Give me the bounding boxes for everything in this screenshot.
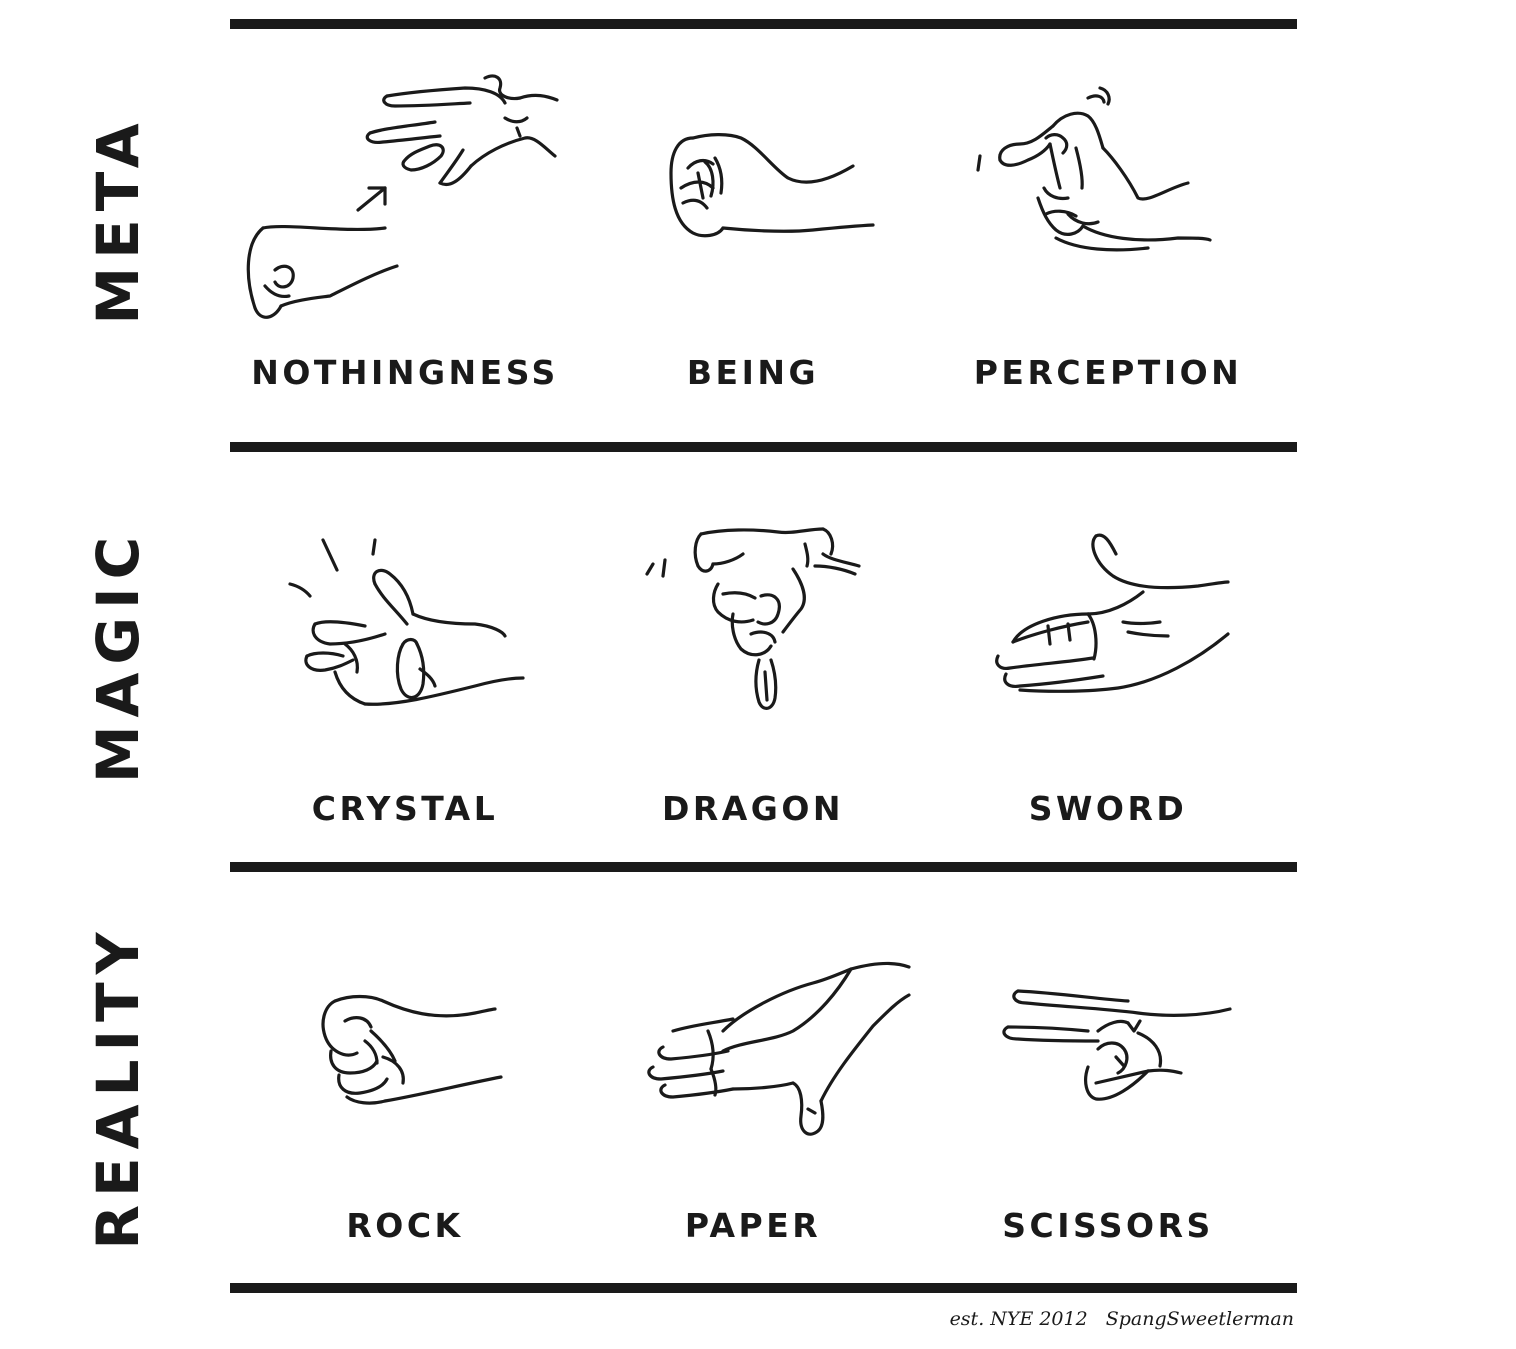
gesture-label: DRAGON <box>661 789 845 828</box>
gesture-label: SWORD <box>1028 789 1188 828</box>
gesture-label: NOTHINGNESS <box>251 353 559 392</box>
credit-est: est. NYE 2012 <box>949 1308 1088 1330</box>
section-label-text: META <box>84 115 152 325</box>
gesture-crystal: CRYSTAL <box>235 474 575 834</box>
gesture-label: SCISSORS <box>1002 1206 1214 1245</box>
gesture-label: BEING <box>686 353 820 392</box>
gesture-sword: SWORD <box>938 474 1278 834</box>
gesture-perception: PERCEPTION <box>938 38 1278 398</box>
gesture-being: BEING <box>583 38 923 398</box>
gesture-label: CRYSTAL <box>311 789 499 828</box>
perception-hand-icon <box>976 86 1212 252</box>
gesture-label: ROCK <box>346 1206 464 1245</box>
crystal-hand-icon <box>288 538 525 706</box>
dragon-hand-icon <box>645 527 861 710</box>
scissors-hand-icon <box>1002 989 1232 1101</box>
divider-rule <box>230 1283 1297 1293</box>
being-hand-icon <box>669 133 875 238</box>
gesture-dragon: DRAGON <box>583 474 923 834</box>
section-label-text: REALITY <box>84 924 152 1250</box>
divider-rule <box>230 442 1297 452</box>
credit-author-signature: SpangSweetlerman <box>1105 1308 1294 1330</box>
divider-rule <box>230 19 1297 29</box>
gesture-nothingness: NOTHINGNESS <box>235 38 575 398</box>
divider-rule <box>230 862 1297 872</box>
gesture-paper: PAPER <box>583 891 923 1251</box>
credit-line: est. NYE 2012 SpangSweetlerman <box>950 1308 1294 1330</box>
sword-hand-icon <box>995 533 1230 693</box>
gesture-label: PERCEPTION <box>973 353 1243 392</box>
paper-hand-icon <box>647 961 911 1136</box>
gesture-rock: ROCK <box>235 891 575 1251</box>
gesture-scissors: SCISSORS <box>938 891 1278 1251</box>
nothingness-hand-icon <box>246 74 559 319</box>
section-label-text: MAGIC <box>84 528 152 784</box>
gesture-label: PAPER <box>684 1206 822 1245</box>
rock-hand-icon <box>321 994 503 1105</box>
